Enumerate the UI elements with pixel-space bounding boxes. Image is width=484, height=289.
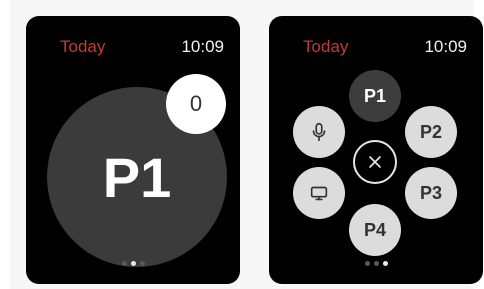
- p3-button[interactable]: P3: [405, 167, 457, 219]
- p2-button-label: P2: [419, 121, 443, 142]
- time-label: 10:09: [181, 37, 224, 56]
- p4-button[interactable]: P4: [349, 204, 401, 256]
- p1-button-label: P1: [363, 85, 387, 106]
- page-dot-1: [121, 261, 127, 266]
- page-dot-3: [139, 261, 145, 266]
- page-dot-2: [373, 261, 379, 266]
- close-button[interactable]: [353, 140, 397, 184]
- microphone-button[interactable]: [293, 106, 345, 158]
- monitor-icon: [308, 182, 330, 204]
- today-label: Today: [303, 37, 349, 56]
- p1-button[interactable]: P1: [349, 70, 401, 122]
- p2-button[interactable]: P2: [405, 106, 457, 158]
- p1-main-label: P1: [102, 145, 172, 209]
- microphone-icon: [308, 121, 330, 143]
- page-indicator: [269, 261, 483, 266]
- today-label: Today: [60, 37, 106, 56]
- monitor-button[interactable]: [293, 167, 345, 219]
- close-icon: [365, 152, 385, 172]
- page-dot-2: [130, 261, 136, 266]
- count-badge: 0: [166, 74, 226, 134]
- page-indicator: [26, 261, 240, 266]
- p4-button-label: P4: [363, 219, 387, 240]
- count-badge-value: 0: [189, 91, 203, 116]
- p3-button-label: P3: [419, 182, 443, 203]
- page-dot-1: [364, 261, 370, 266]
- watch-screen-2: Today 10:09 P1 P2 P3 P4: [269, 16, 483, 284]
- watch-screen-1: Today 10:09 P1 0: [26, 16, 240, 284]
- page-dot-3: [382, 261, 388, 266]
- time-label: 10:09: [424, 37, 467, 56]
